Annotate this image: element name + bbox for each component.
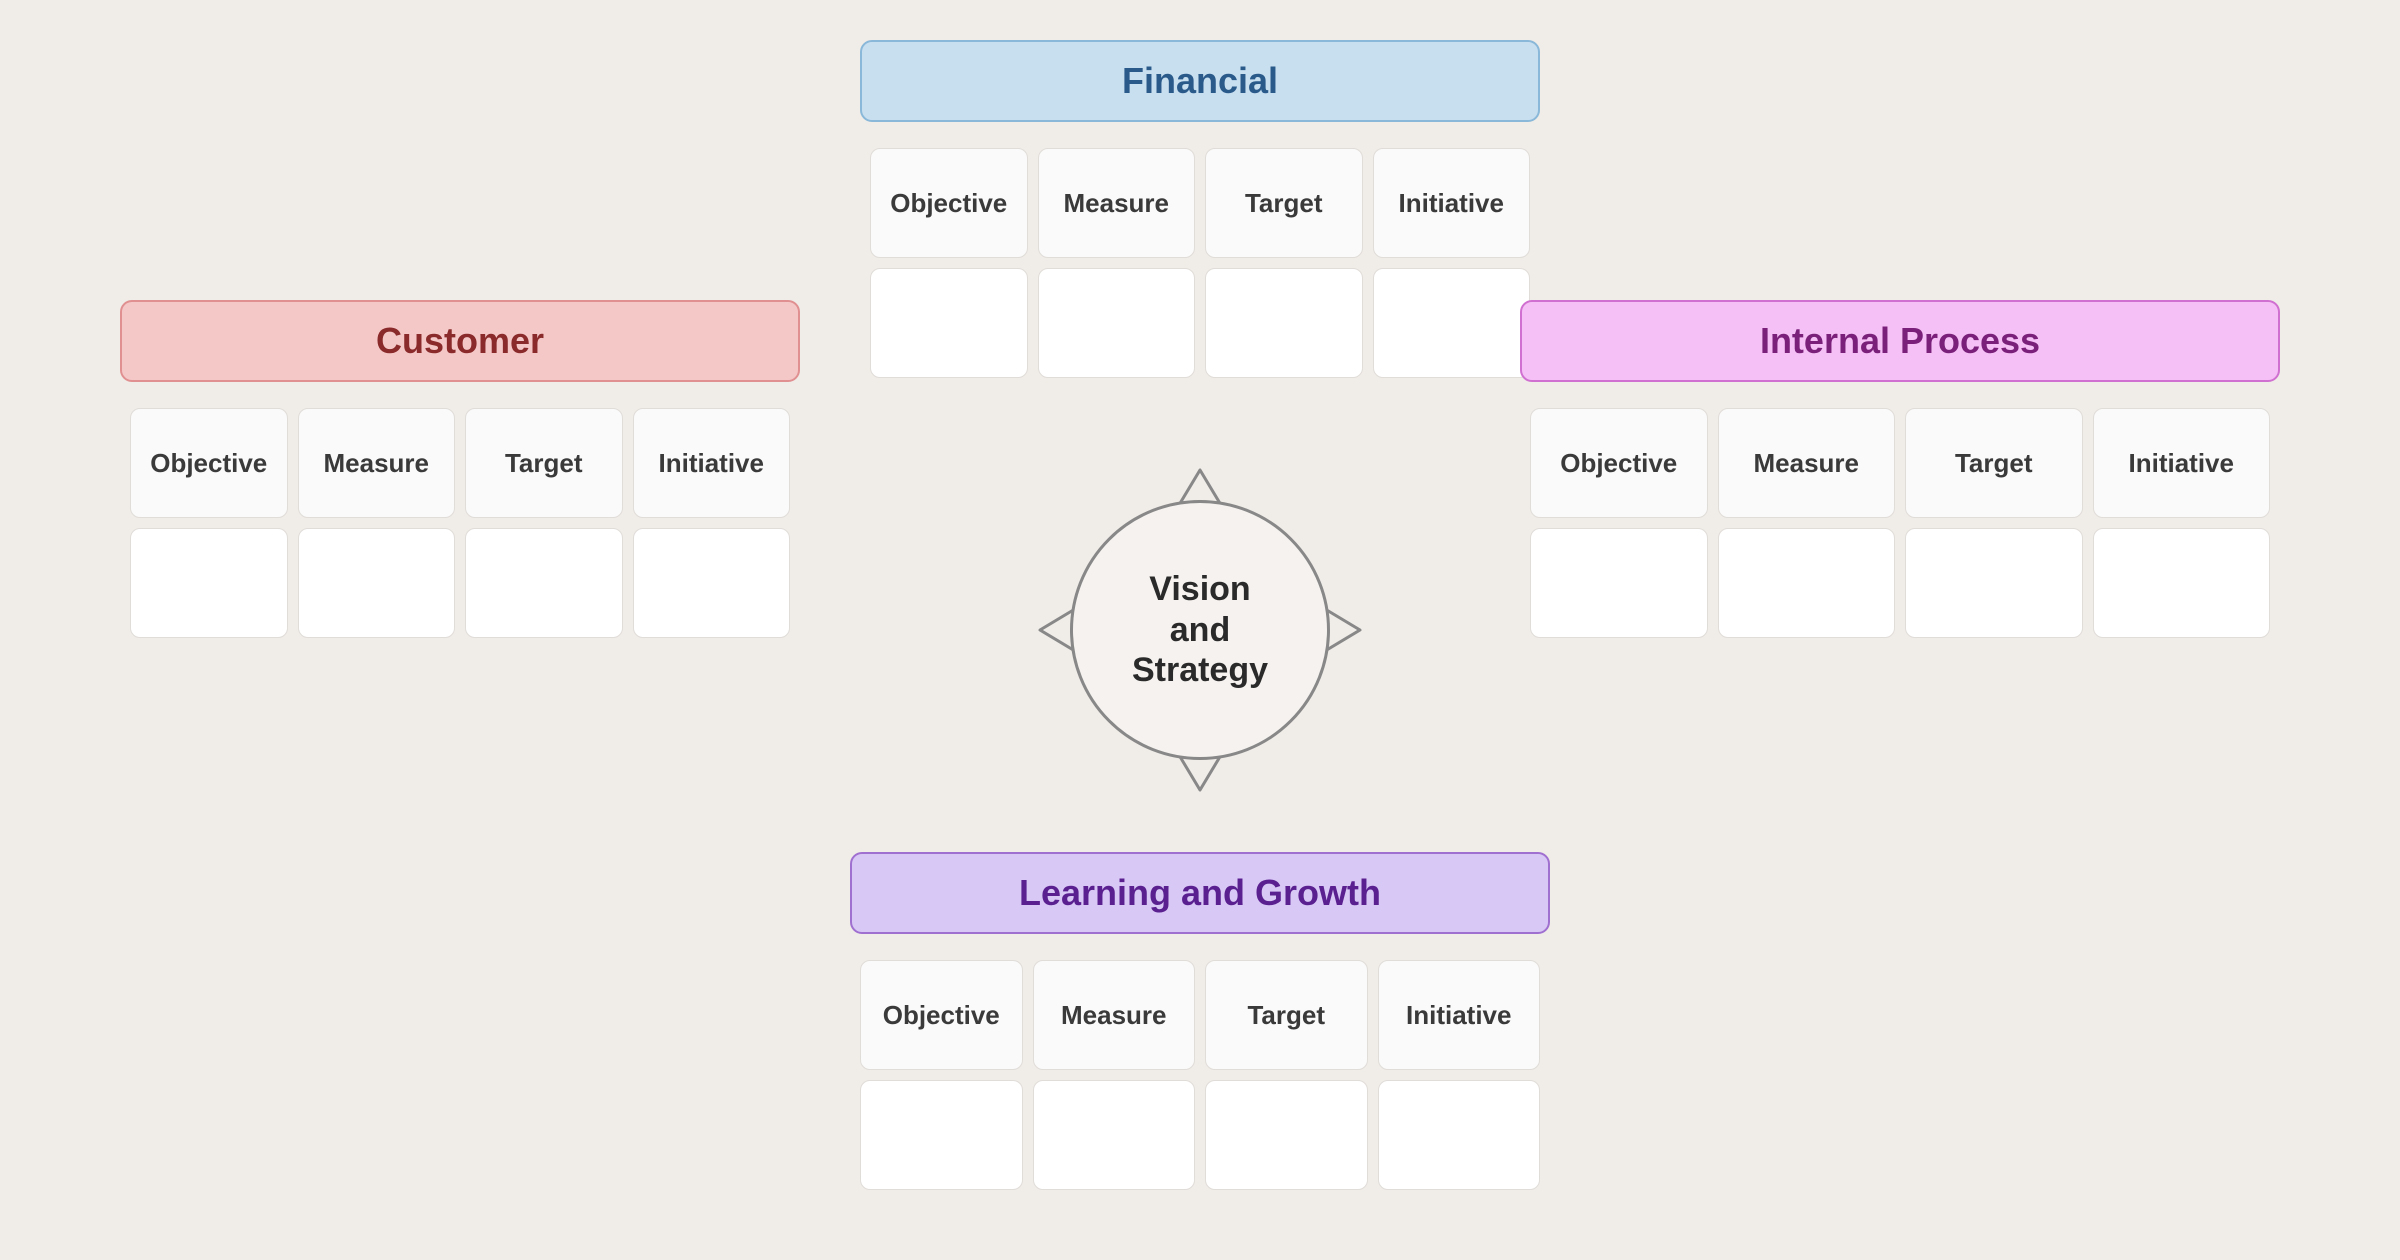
customer-cell-4[interactable]: [633, 528, 791, 638]
financial-cell-1[interactable]: [870, 268, 1028, 378]
financial-cell-4[interactable]: [1373, 268, 1531, 378]
customer-col-target: Target: [465, 408, 623, 518]
customer-title: Customer: [376, 320, 544, 361]
internal-quadrant: Internal Process Objective Measure Targe…: [1520, 300, 2280, 648]
internal-cell-4[interactable]: [2093, 528, 2271, 638]
learning-cell-4[interactable]: [1378, 1080, 1541, 1190]
internal-col-target: Target: [1905, 408, 2083, 518]
financial-col-initiative: Initiative: [1373, 148, 1531, 258]
learning-title: Learning and Growth: [1019, 872, 1381, 913]
financial-title: Financial: [1122, 60, 1278, 101]
learning-header: Learning and Growth: [850, 852, 1550, 934]
financial-header: Financial: [860, 40, 1540, 122]
customer-cell-2[interactable]: [298, 528, 456, 638]
financial-col-target: Target: [1205, 148, 1363, 258]
customer-grid: Objective Measure Target Initiative: [120, 398, 800, 648]
learning-col-measure: Measure: [1033, 960, 1196, 1070]
learning-col-target: Target: [1205, 960, 1368, 1070]
customer-header: Customer: [120, 300, 800, 382]
internal-cell-3[interactable]: [1905, 528, 2083, 638]
internal-title: Internal Process: [1760, 320, 2040, 361]
internal-grid: Objective Measure Target Initiative: [1520, 398, 2280, 648]
financial-quadrant: Financial Objective Measure Target Initi…: [860, 40, 1540, 388]
internal-cell-1[interactable]: [1530, 528, 1708, 638]
financial-col-objective: Objective: [870, 148, 1028, 258]
vision-strategy-label: Vision and Strategy: [1070, 500, 1330, 760]
internal-col-measure: Measure: [1718, 408, 1896, 518]
customer-col-initiative: Initiative: [633, 408, 791, 518]
internal-col-initiative: Initiative: [2093, 408, 2271, 518]
learning-quadrant: Learning and Growth Objective Measure Ta…: [850, 852, 1550, 1200]
customer-col-measure: Measure: [298, 408, 456, 518]
customer-quadrant: Customer Objective Measure Target Initia…: [120, 300, 800, 648]
internal-header: Internal Process: [1520, 300, 2280, 382]
customer-cell-1[interactable]: [130, 528, 288, 638]
learning-grid: Objective Measure Target Initiative: [850, 950, 1550, 1200]
learning-col-initiative: Initiative: [1378, 960, 1541, 1070]
internal-col-objective: Objective: [1530, 408, 1708, 518]
financial-col-measure: Measure: [1038, 148, 1196, 258]
customer-col-objective: Objective: [130, 408, 288, 518]
learning-col-objective: Objective: [860, 960, 1023, 1070]
learning-cell-3[interactable]: [1205, 1080, 1368, 1190]
financial-cell-2[interactable]: [1038, 268, 1196, 378]
canvas: Financial Objective Measure Target Initi…: [0, 0, 2400, 1260]
customer-cell-3[interactable]: [465, 528, 623, 638]
internal-cell-2[interactable]: [1718, 528, 1896, 638]
center-vision: Vision and Strategy: [1030, 460, 1370, 800]
learning-cell-1[interactable]: [860, 1080, 1023, 1190]
financial-grid: Objective Measure Target Initiative: [860, 138, 1540, 388]
learning-cell-2[interactable]: [1033, 1080, 1196, 1190]
financial-cell-3[interactable]: [1205, 268, 1363, 378]
